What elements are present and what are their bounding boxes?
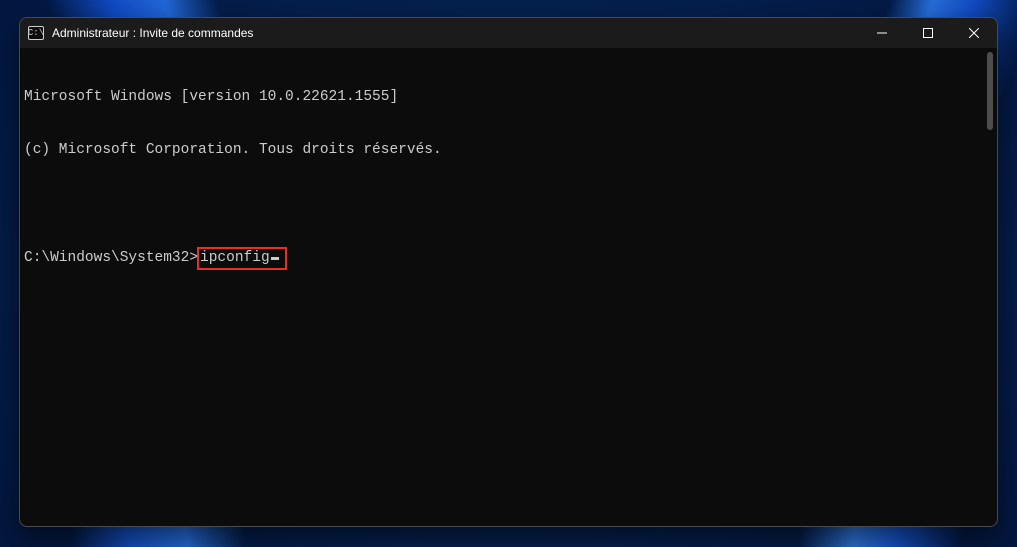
blank-line [24, 194, 993, 212]
window-title: Administrateur : Invite de commandes [52, 26, 253, 40]
command-prompt-window: C:\ Administrateur : Invite de commandes… [19, 17, 998, 527]
output-line: Microsoft Windows [version 10.0.22621.15… [24, 89, 993, 107]
command-highlight: ipconfig [197, 247, 287, 271]
maximize-icon [923, 28, 933, 38]
terminal-area[interactable]: Microsoft Windows [version 10.0.22621.15… [20, 48, 997, 526]
output-line: (c) Microsoft Corporation. Tous droits r… [24, 142, 993, 160]
title-left: C:\ Administrateur : Invite de commandes [20, 26, 859, 40]
minimize-icon [877, 28, 887, 38]
maximize-button[interactable] [905, 18, 951, 48]
minimize-button[interactable] [859, 18, 905, 48]
typed-command: ipconfig [200, 250, 270, 268]
text-cursor [271, 257, 279, 260]
window-controls [859, 18, 997, 48]
titlebar[interactable]: C:\ Administrateur : Invite de commandes [20, 18, 997, 48]
scrollbar-thumb[interactable] [987, 52, 993, 130]
command-prompt-icon: C:\ [28, 26, 44, 40]
close-icon [969, 28, 979, 38]
close-button[interactable] [951, 18, 997, 48]
prompt-text: C:\Windows\System32> [24, 250, 198, 268]
prompt-line: C:\Windows\System32>ipconfig [24, 247, 993, 271]
